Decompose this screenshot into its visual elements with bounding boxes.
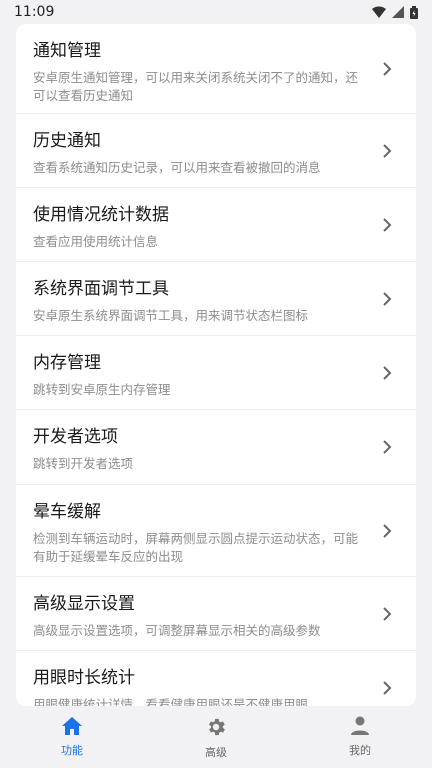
item-title: 内存管理 [33, 353, 101, 373]
item-desc: 用眼健康统计详情，看看健康用眼还是不健康用眼 [33, 697, 309, 706]
nav-tab-advanced[interactable]: 高级 [144, 706, 288, 768]
item-title: 系统界面调节工具 [33, 279, 169, 299]
item-desc: 查看系统通知历史记录，可以用来查看被撤回的消息 [33, 160, 321, 175]
item-title: 开发者选项 [33, 427, 118, 447]
chevron-right-icon [383, 365, 392, 380]
list-item-usage-stats[interactable]: 使用情况统计数据 查看应用使用统计信息 [16, 188, 416, 262]
bottom-nav: 功能 高级 我的 [0, 706, 432, 768]
item-desc: 安卓原生系统界面调节工具，用来调节状态栏图标 [33, 308, 309, 323]
item-desc: 高级显示设置选项，可调整屏幕显示相关的高级参数 [33, 623, 321, 638]
chevron-right-icon [383, 440, 392, 454]
nav-tab-me[interactable]: 我的 [288, 706, 432, 768]
person-icon [351, 716, 369, 735]
item-title: 用眼时长统计 [33, 668, 135, 688]
item-desc: 查看应用使用统计信息 [33, 234, 159, 249]
list-item-developer-options[interactable]: 开发者选项 跳转到开发者选项 [16, 410, 416, 485]
list-item-notification-manager[interactable]: 通知管理 安卓原生通知管理，可以用来关闭系统关闭不了的通知，还可以查看历史通知 [16, 24, 416, 114]
signal-icon [392, 6, 404, 18]
chevron-right-icon [383, 291, 392, 306]
battery-icon [410, 5, 418, 19]
list-item-motion-sickness-relief[interactable]: 晕车缓解 检测到车辆运动时，屏幕两侧显示圆点提示运动状态，可能有助于延缓晕车反应… [16, 485, 416, 577]
chevron-right-icon [383, 143, 392, 158]
list-item-advanced-display[interactable]: 高级显示设置 高级显示设置选项，可调整屏幕显示相关的高级参数 [16, 577, 416, 651]
item-title: 使用情况统计数据 [33, 205, 169, 225]
status-bar: 11:09 [0, 0, 432, 24]
nav-label: 高级 [205, 746, 227, 759]
list-item-eye-usage-stats[interactable]: 用眼时长统计 用眼健康统计详情，看看健康用眼还是不健康用眼 [16, 651, 416, 706]
item-title: 历史通知 [33, 131, 101, 151]
gear-icon [209, 718, 225, 736]
feature-list: 通知管理 安卓原生通知管理，可以用来关闭系统关闭不了的通知，还可以查看历史通知 … [16, 24, 416, 706]
item-title: 高级显示设置 [33, 594, 135, 614]
item-desc: 跳转到安卓原生内存管理 [33, 382, 171, 397]
item-desc: 安卓原生通知管理，可以用来关闭系统关闭不了的通知，还可以查看历史通知 [33, 70, 359, 103]
item-desc: 检测到车辆运动时，屏幕两侧显示圆点提示运动状态，可能有助于延缓晕车反应的出现 [33, 531, 359, 564]
list-item-notification-history[interactable]: 历史通知 查看系统通知历史记录，可以用来查看被撤回的消息 [16, 114, 416, 188]
chevron-right-icon [383, 61, 392, 76]
status-icons [372, 5, 418, 19]
item-title: 晕车缓解 [33, 502, 101, 522]
status-time: 11:09 [14, 4, 55, 20]
home-icon [62, 717, 82, 735]
chevron-right-icon [383, 606, 392, 621]
nav-label: 我的 [349, 744, 371, 757]
nav-tab-features[interactable]: 功能 [0, 706, 144, 768]
item-desc: 跳转到开发者选项 [33, 456, 134, 471]
list-item-system-ui-tuner[interactable]: 系统界面调节工具 安卓原生系统界面调节工具，用来调节状态栏图标 [16, 262, 416, 336]
chevron-right-icon [383, 523, 392, 538]
list-item-memory-manager[interactable]: 内存管理 跳转到安卓原生内存管理 [16, 336, 416, 410]
nav-label: 功能 [61, 744, 83, 757]
wifi-icon [372, 6, 386, 18]
item-title: 通知管理 [33, 41, 101, 61]
chevron-right-icon [383, 217, 392, 232]
chevron-right-icon [383, 681, 392, 695]
